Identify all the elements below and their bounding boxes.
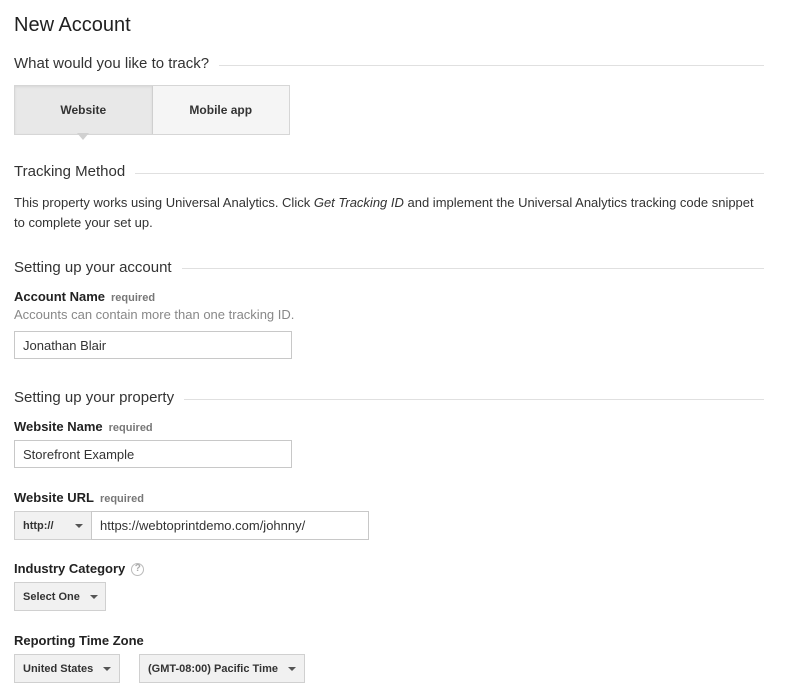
website-name-label: Website Name required <box>14 419 153 436</box>
industry-category-select[interactable]: Select One <box>14 582 106 611</box>
website-url-input[interactable] <box>91 511 369 540</box>
website-tab[interactable]: Website <box>15 86 153 134</box>
account-name-label: Account Name required <box>14 289 155 306</box>
chevron-down-icon <box>89 594 98 599</box>
description-text: This property works using Universal Anal… <box>14 195 314 210</box>
help-icon[interactable]: ? <box>131 562 145 576</box>
website-name-label-text: Website Name <box>14 419 103 434</box>
protocol-value: http:// <box>23 519 54 532</box>
track-heading: What would you like to track? <box>14 54 220 74</box>
page-title: New Account <box>14 14 131 36</box>
time-zone-value: (GMT-08:00) Pacific Time <box>148 662 279 675</box>
property-heading: Setting up your property <box>14 388 185 408</box>
account-name-label-text: Account Name <box>14 289 106 304</box>
get-tracking-id-text: Get Tracking ID <box>313 195 404 210</box>
tracking-method-description: This property works using Universal Anal… <box>14 193 764 233</box>
mobile-app-tab[interactable]: Mobile app <box>152 86 289 134</box>
account-name-hint: Accounts can contain more than one track… <box>14 307 295 322</box>
website-url-label-text: Website URL <box>14 490 94 505</box>
industry-category-label-text: Industry Category <box>14 561 126 576</box>
selected-tab-pointer <box>77 133 89 140</box>
website-url-label: Website URL required <box>14 490 144 507</box>
country-select[interactable]: United States <box>14 654 120 683</box>
chevron-down-icon <box>288 666 296 671</box>
tracking-method-heading: Tracking Method <box>14 162 136 182</box>
protocol-select[interactable]: http:// <box>14 511 92 540</box>
chevron-down-icon <box>103 666 111 671</box>
chevron-down-icon <box>75 523 83 528</box>
time-zone-select[interactable]: (GMT-08:00) Pacific Time <box>139 654 305 683</box>
track-type-toggle: Website Mobile app <box>14 85 290 135</box>
website-name-input[interactable] <box>14 440 292 468</box>
industry-category-label: Industry Category ? <box>14 561 145 577</box>
required-tag: required <box>99 493 144 505</box>
time-zone-label: Reporting Time Zone <box>14 633 144 648</box>
account-name-input[interactable] <box>14 331 292 359</box>
required-tag: required <box>111 292 156 304</box>
required-tag: required <box>108 422 153 434</box>
country-value: United States <box>23 662 94 675</box>
industry-category-value: Select One <box>23 590 80 603</box>
account-heading: Setting up your account <box>14 258 182 278</box>
